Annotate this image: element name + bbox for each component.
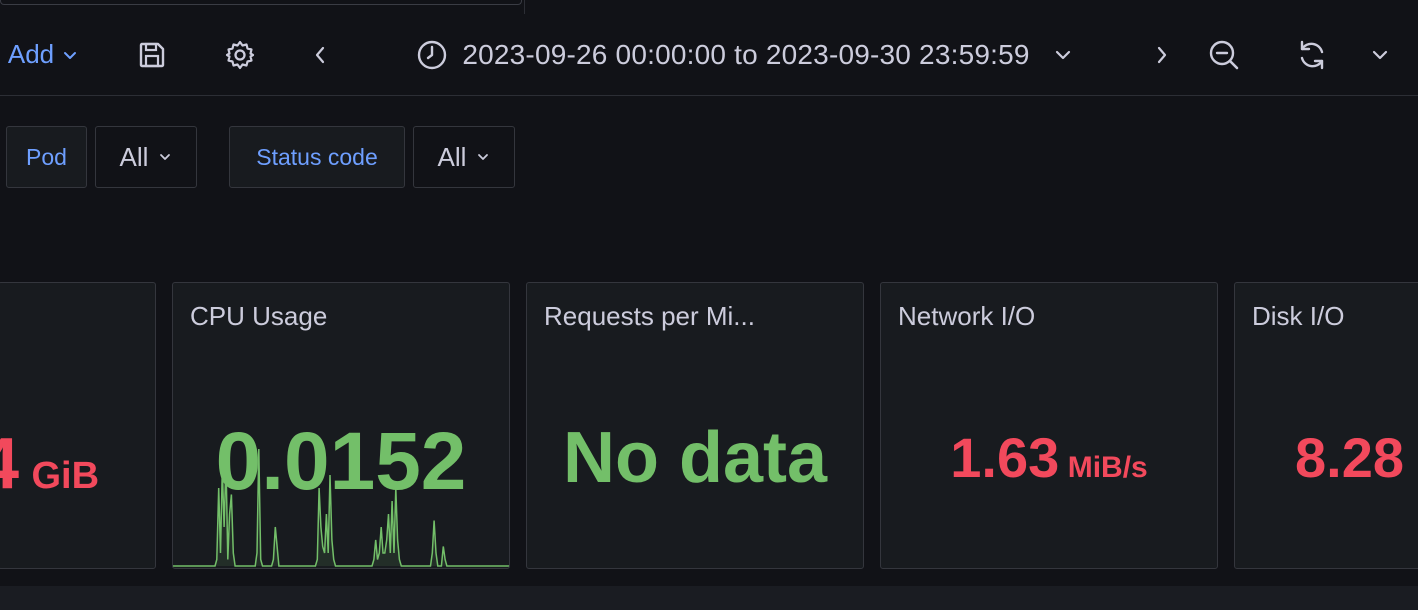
stat-number: 4	[0, 424, 19, 504]
stat-value: 8.28	[1295, 426, 1404, 489]
panel-network-io[interactable]: Network I/O 1.63 MiB/s	[880, 282, 1218, 569]
clock-icon	[416, 39, 448, 71]
add-button[interactable]: Add	[0, 14, 86, 95]
panel-cpu-usage[interactable]: CPU Usage 0.0152	[172, 282, 510, 569]
variable-select-status-code[interactable]: All	[413, 126, 515, 188]
chevron-down-icon	[476, 150, 490, 164]
zoom-out-icon	[1207, 38, 1241, 72]
save-dashboard-button[interactable]	[128, 14, 176, 95]
divider	[524, 0, 525, 14]
dashboard-toolbar: Add 2023-09-26 00:00:00 to 2023-09-30 23…	[0, 14, 1418, 96]
chevron-right-icon	[1154, 44, 1170, 66]
chevron-down-icon	[1054, 46, 1072, 64]
panel-requests-per-minute[interactable]: Requests per Mi... No data	[526, 282, 864, 569]
time-range-picker[interactable]: 2023-09-26 00:00:00 to 2023-09-30 23:59:…	[364, 14, 1124, 95]
variable-select-pod[interactable]: All	[95, 126, 197, 188]
stat-value: 0.0152	[215, 416, 467, 507]
time-shift-forward-button[interactable]	[1142, 14, 1182, 95]
variable-label-status-code: Status code	[229, 126, 405, 188]
panel-title: Disk I/O	[1252, 301, 1345, 331]
add-label: Add	[7, 39, 55, 69]
chevron-down-icon	[158, 150, 172, 164]
variable-value: All	[437, 141, 467, 172]
stat-value: 1.63 MiB/s	[881, 425, 1217, 490]
stat-value: 4 GiB	[0, 423, 99, 505]
top-strip	[0, 0, 1418, 15]
stat-number: 1.63	[950, 426, 1060, 489]
chevron-left-icon	[312, 44, 328, 66]
zoom-out-button[interactable]	[1200, 14, 1248, 95]
time-range-text: 2023-09-26 00:00:00 to 2023-09-30 23:59:…	[462, 38, 1030, 70]
refresh-button[interactable]	[1288, 14, 1336, 95]
save-icon	[137, 40, 167, 70]
variable-value: All	[119, 141, 149, 172]
gear-icon	[224, 39, 256, 71]
stat-unit: MiB/s	[1067, 451, 1148, 484]
no-data-text: No data	[562, 418, 828, 498]
variable-label-text: Pod	[26, 143, 67, 170]
search-box-edge	[0, 0, 522, 5]
dashboard-settings-button[interactable]	[216, 14, 264, 95]
panel-title: Network I/O	[898, 301, 1036, 331]
variable-label-text: Status code	[256, 143, 378, 170]
bottom-row-edge	[0, 586, 1418, 610]
variables-bar: Pod All Status code All	[0, 96, 1418, 276]
panel-memory[interactable]: 4 GiB	[0, 282, 156, 569]
time-shift-back-button[interactable]	[300, 14, 340, 95]
panel-disk-io[interactable]: Disk I/O 8.28	[1234, 282, 1418, 569]
panel-title: Requests per Mi...	[544, 301, 755, 331]
chevron-down-icon	[62, 47, 78, 63]
variable-label-pod: Pod	[6, 126, 87, 188]
refresh-icon	[1295, 38, 1329, 72]
refresh-interval-dropdown[interactable]	[1362, 14, 1398, 95]
stat-unit: GiB	[31, 455, 100, 497]
chevron-down-icon	[1371, 46, 1389, 64]
